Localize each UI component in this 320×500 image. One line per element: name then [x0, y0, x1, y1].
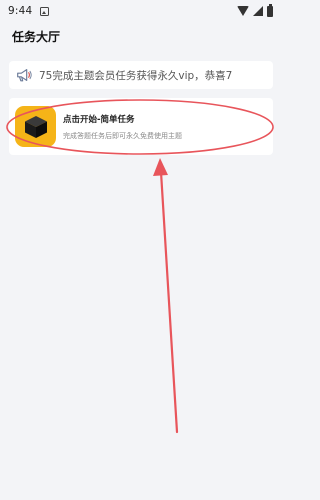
battery-icon: [267, 3, 273, 17]
task-icon-tile: [15, 106, 56, 147]
task-card-simple[interactable]: 点击开始-简单任务 完成答题任务后即可永久免费使用主题: [9, 98, 273, 155]
image-icon: [40, 6, 50, 16]
notice-text: 75完成主题会员任务获得永久vip，恭喜7: [39, 69, 233, 82]
page-title: 任务大厅: [12, 30, 61, 44]
wifi-icon: [237, 6, 249, 16]
arrow-shaft: [159, 170, 179, 434]
status-time: 9:44: [8, 5, 33, 17]
megaphone-icon: [17, 69, 32, 82]
status-bar: 9:44: [0, 0, 281, 22]
task-title: 点击开始-简单任务: [63, 114, 135, 125]
signal-icon: [253, 6, 263, 16]
black-box-icon: [24, 115, 47, 138]
task-description: 完成答题任务后即可永久免费使用主题: [63, 131, 182, 140]
task-hall-screen: 9:44 任务大厅 75完成主题会员任务获得永久vip，恭喜7 点击开始-简单任…: [0, 0, 281, 500]
notice-bar[interactable]: 75完成主题会员任务获得永久vip，恭喜7: [9, 61, 273, 89]
arrow-head: [153, 158, 168, 176]
status-icons: [237, 3, 273, 17]
task-info: 点击开始-简单任务 完成答题任务后即可永久免费使用主题: [63, 113, 182, 141]
